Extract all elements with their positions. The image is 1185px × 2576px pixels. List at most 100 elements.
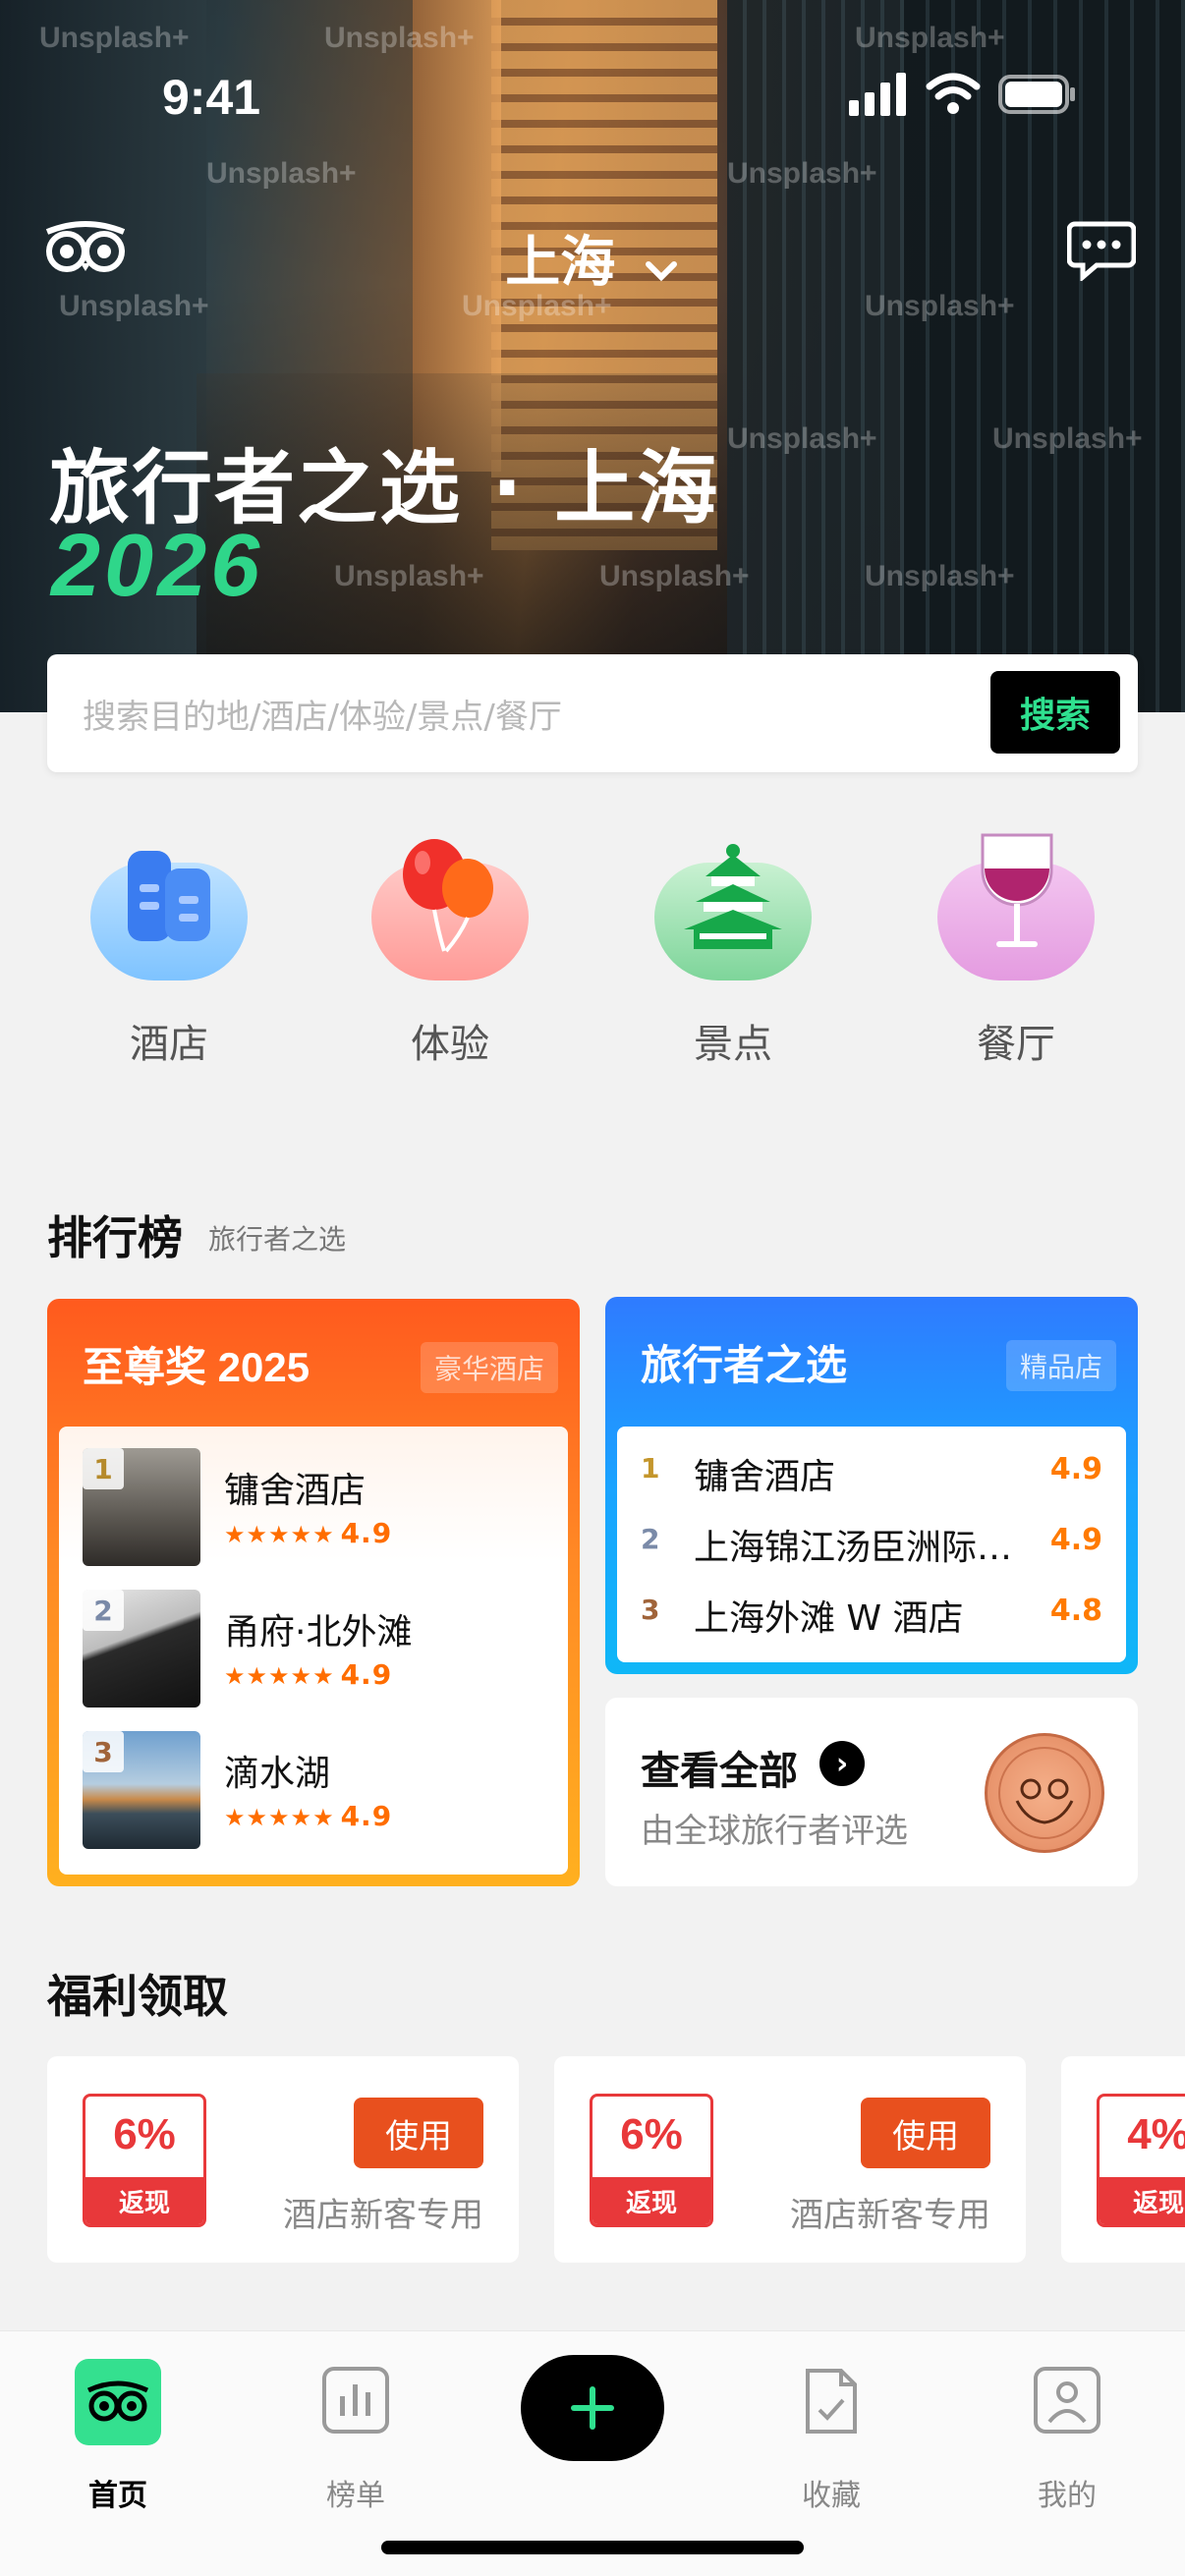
category-label: 景点 bbox=[694, 1022, 772, 1067]
hotel-thumbnail: 3 bbox=[83, 1731, 200, 1849]
battery-icon bbox=[998, 73, 1077, 120]
rank-number: 1 bbox=[641, 1452, 660, 1484]
tab-label: 收藏 bbox=[802, 2479, 861, 2513]
watermark: Unsplash+ bbox=[727, 422, 877, 455]
watermark: Unsplash+ bbox=[39, 22, 190, 54]
category-experience[interactable]: 体验 bbox=[352, 833, 548, 1069]
tab-bar: 首页 榜单 收藏 我的 bbox=[0, 2330, 1185, 2576]
rating-score: 4.9 bbox=[340, 1517, 393, 1549]
category-label: 餐厅 bbox=[977, 1022, 1055, 1067]
coupon-desc: 酒店新客专用 bbox=[790, 2196, 990, 2235]
watermark: Unsplash+ bbox=[727, 157, 877, 190]
category-label: 体验 bbox=[411, 1022, 489, 1067]
rank-number: 3 bbox=[641, 1594, 660, 1626]
hotel-name: 上海锦江汤臣洲际… bbox=[694, 1528, 1013, 1568]
rank-number: 2 bbox=[83, 1590, 124, 1631]
coupon-percent: 4% bbox=[1127, 2110, 1185, 2158]
coupon-desc: 酒店新客专用 bbox=[283, 2196, 483, 2235]
message-icon[interactable] bbox=[1066, 220, 1137, 285]
watermark: Unsplash+ bbox=[865, 560, 1015, 592]
category-attraction[interactable]: 景点 bbox=[635, 833, 831, 1069]
rating: ★★★★★ 4.9 bbox=[224, 1517, 392, 1549]
coupon-card-partial[interactable]: 4% 返现 bbox=[1061, 2056, 1185, 2263]
category-label: 酒店 bbox=[130, 1022, 208, 1067]
watermark: Unsplash+ bbox=[334, 560, 484, 592]
chart-icon bbox=[322, 2367, 389, 2434]
award-card[interactable]: 至尊奖 2025 豪华酒店 1 镛舍酒店 ★★★★★ 4.9 2 甬府·北外滩 ★… bbox=[47, 1299, 580, 1886]
travelers-choice-card[interactable]: 旅行者之选 精品店 1 镛舍酒店 4.9 2 上海锦江汤臣洲际… 4.9 3 上… bbox=[605, 1297, 1138, 1674]
coupon-card[interactable]: 6% 返现 使用 酒店新客专用 bbox=[554, 2056, 1026, 2263]
user-icon bbox=[1034, 2367, 1100, 2434]
view-all-subtitle: 由全球旅行者评选 bbox=[641, 1812, 908, 1851]
watermark: Unsplash+ bbox=[206, 157, 357, 190]
category-restaurant[interactable]: 餐厅 bbox=[918, 833, 1114, 1069]
search-input[interactable]: 搜索目的地/酒店/体验/景点/餐厅 bbox=[83, 690, 562, 738]
hotel-name: 甬府·北外滩 bbox=[224, 1612, 413, 1652]
coupon-band: 返现 bbox=[85, 2177, 203, 2224]
award-list: 1 镛舍酒店 ★★★★★ 4.9 2 甬府·北外滩 ★★★★★ 4.9 3 滴水湖 … bbox=[59, 1427, 568, 1875]
temple-icon bbox=[676, 841, 790, 963]
award-card-title: 至尊奖 2025 bbox=[83, 1344, 310, 1390]
view-all-title: 查看全部 bbox=[641, 1749, 798, 1794]
hotel-name: 上海外滩 W 酒店 bbox=[694, 1598, 964, 1639]
chevron-down-icon bbox=[643, 234, 680, 298]
chevron-right-icon: › bbox=[819, 1741, 865, 1786]
search-bar[interactable]: 搜索目的地/酒店/体验/景点/餐厅 搜索 bbox=[47, 654, 1138, 772]
watermark: Unsplash+ bbox=[599, 560, 750, 592]
coupon-badge: 4% 返现 bbox=[1097, 2094, 1185, 2227]
wifi-icon bbox=[926, 71, 981, 120]
coupon-badge: 6% 返现 bbox=[590, 2094, 713, 2227]
travelers-choice-list: 1 镛舍酒店 4.9 2 上海锦江汤臣洲际… 4.9 3 上海外滩 W 酒店 4… bbox=[617, 1427, 1126, 1662]
hotel-thumbnail: 1 bbox=[83, 1448, 200, 1566]
rating: ★★★★★ 4.9 bbox=[224, 1658, 392, 1691]
hotel-name: 滴水湖 bbox=[224, 1754, 331, 1794]
hero-year: 2026 bbox=[51, 517, 264, 615]
coupon-percent: 6% bbox=[620, 2110, 683, 2158]
signal-icon bbox=[847, 73, 910, 120]
coupon-badge: 6% 返现 bbox=[83, 2094, 206, 2227]
watermark: Unsplash+ bbox=[855, 22, 1005, 54]
tab-label: 我的 bbox=[1038, 2479, 1097, 2513]
use-coupon-button[interactable]: 使用 bbox=[861, 2098, 990, 2168]
star-icons: ★★★★★ bbox=[224, 1521, 335, 1548]
watermark: Unsplash+ bbox=[992, 422, 1143, 455]
star-icons: ★★★★★ bbox=[224, 1804, 335, 1831]
benefits-title: 福利领取 bbox=[47, 1970, 228, 2023]
rating-score: 4.9 bbox=[340, 1658, 393, 1691]
rank-number: 3 bbox=[83, 1731, 124, 1772]
award-badge-icon bbox=[985, 1733, 1104, 1853]
watermark: Unsplash+ bbox=[324, 22, 475, 54]
rating-score: 4.9 bbox=[1049, 1523, 1102, 1557]
hotel-name: 镛舍酒店 bbox=[224, 1471, 367, 1511]
rank-number: 1 bbox=[83, 1448, 124, 1489]
travelers-choice-title: 旅行者之选 bbox=[641, 1342, 848, 1388]
add-button[interactable] bbox=[521, 2355, 664, 2461]
wine-glass-icon bbox=[973, 831, 1061, 963]
balloon-icon bbox=[395, 833, 503, 965]
use-coupon-button[interactable]: 使用 bbox=[354, 2098, 483, 2168]
city-selector[interactable]: 上海 bbox=[0, 218, 1185, 298]
rating-score: 4.9 bbox=[340, 1800, 393, 1832]
home-indicator bbox=[381, 2541, 804, 2554]
hotel-name: 镛舍酒店 bbox=[694, 1457, 836, 1497]
star-icons: ★★★★★ bbox=[224, 1662, 335, 1690]
coupon-card[interactable]: 6% 返现 使用 酒店新客专用 bbox=[47, 2056, 519, 2263]
rating-score: 4.8 bbox=[1049, 1594, 1102, 1628]
owl-icon bbox=[75, 2359, 161, 2445]
coupon-band: 返现 bbox=[1100, 2177, 1185, 2224]
travelers-choice-tag: 精品店 bbox=[1005, 1340, 1116, 1391]
status-time: 9:41 bbox=[162, 70, 261, 125]
rank-number: 2 bbox=[641, 1523, 660, 1555]
ranking-title: 排行榜 bbox=[47, 1211, 183, 1264]
rating-score: 4.9 bbox=[1049, 1452, 1102, 1486]
document-check-icon bbox=[798, 2367, 865, 2441]
plus-icon bbox=[571, 2386, 614, 2430]
coupon-percent: 6% bbox=[113, 2110, 176, 2158]
category-hotel[interactable]: 酒店 bbox=[71, 833, 267, 1069]
hotel-thumbnail: 2 bbox=[83, 1590, 200, 1708]
city-label: 上海 bbox=[505, 231, 616, 295]
view-all-card[interactable]: 查看全部 › 由全球旅行者评选 bbox=[605, 1698, 1138, 1886]
search-button[interactable]: 搜索 bbox=[990, 671, 1120, 754]
hotel-building-icon bbox=[120, 841, 218, 953]
award-card-tag: 豪华酒店 bbox=[420, 1342, 558, 1393]
